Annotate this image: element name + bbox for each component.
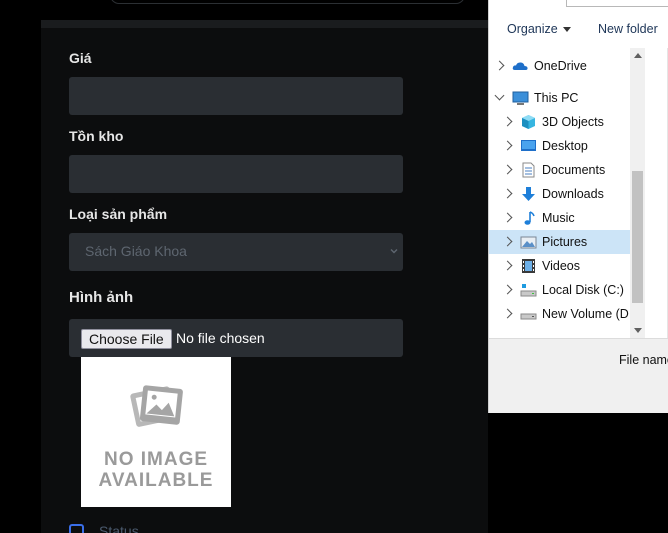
- price-input[interactable]: [69, 77, 403, 115]
- computer-icon: [512, 91, 529, 105]
- chevron-down-icon[interactable]: [494, 90, 505, 101]
- choose-file-button[interactable]: Choose File: [81, 329, 172, 349]
- scroll-thumb[interactable]: [632, 171, 643, 303]
- scroll-down-icon[interactable]: [634, 328, 642, 333]
- image-label: Hình ảnh: [69, 289, 134, 306]
- status-checkbox[interactable]: [69, 524, 84, 533]
- tree-item-documents[interactable]: Documents: [489, 158, 630, 182]
- tree-item-onedrive[interactable]: OneDrive: [489, 54, 630, 78]
- video-icon: [522, 259, 535, 273]
- tree-item-label: This PC: [534, 91, 579, 105]
- download-icon: [522, 187, 535, 201]
- scroll-up-icon[interactable]: [634, 53, 642, 58]
- file-input[interactable]: Choose File No file chosen: [69, 319, 403, 357]
- desktop-icon: [521, 140, 536, 151]
- navigation-tree: OneDrive This PC 3D Objects Desktop Docu…: [489, 48, 630, 338]
- tree-item-pictures[interactable]: Pictures: [489, 230, 630, 254]
- cube-icon: [522, 115, 535, 129]
- chevron-down-icon: [390, 249, 398, 254]
- address-bar-edge[interactable]: [566, 0, 668, 7]
- tree-item-local-disk-c[interactable]: Local Disk (C:): [489, 278, 630, 302]
- top-bar: [0, 0, 488, 20]
- stock-label: Tồn kho: [69, 128, 124, 144]
- stock-input[interactable]: [69, 155, 403, 193]
- previous-field-edge: [41, 20, 488, 28]
- tree-item-label: Desktop: [542, 139, 588, 153]
- organize-button[interactable]: Organize: [507, 22, 571, 36]
- new-folder-button[interactable]: New folder: [598, 22, 658, 36]
- dialog-toolbar: Organize New folder: [489, 12, 668, 48]
- tree-item-label: Documents: [542, 163, 606, 177]
- tree-item-label: New Volume (D:: [542, 307, 630, 321]
- tree-item-3d-objects[interactable]: 3D Objects: [489, 110, 630, 134]
- no-image-text-line2: AVAILABLE: [98, 470, 214, 491]
- chevron-right-icon[interactable]: [494, 60, 505, 71]
- product-form: Giá Tồn kho Loại sản phẩm Sách Giáo Khoa…: [41, 20, 488, 533]
- tree-item-label: Videos: [542, 259, 580, 273]
- document-icon: [522, 162, 535, 178]
- chevron-right-icon[interactable]: [502, 260, 513, 271]
- category-select[interactable]: Sách Giáo Khoa: [69, 233, 403, 271]
- tree-item-label: Downloads: [542, 187, 604, 201]
- tree-item-label: OneDrive: [534, 59, 587, 73]
- photo-placeholder-icon: [130, 385, 183, 427]
- tree-item-label: Local Disk (C:): [542, 283, 624, 297]
- tree-item-label: Music: [542, 211, 575, 225]
- chevron-right-icon[interactable]: [502, 236, 513, 247]
- tree-item-videos[interactable]: Videos: [489, 254, 630, 278]
- chevron-right-icon[interactable]: [502, 284, 513, 295]
- drive-icon: [520, 313, 537, 320]
- chevron-right-icon[interactable]: [502, 116, 513, 127]
- price-label: Giá: [69, 50, 92, 66]
- chevron-right-icon[interactable]: [502, 164, 513, 175]
- category-label: Loại sản phẩm: [69, 206, 168, 222]
- tree-item-music[interactable]: Music: [489, 206, 630, 230]
- chevron-right-icon[interactable]: [502, 212, 513, 223]
- organize-label: Organize: [507, 22, 558, 36]
- category-selected-value: Sách Giáo Khoa: [85, 243, 187, 259]
- drive-icon: [520, 284, 537, 297]
- dialog-bottom-area: File name: [489, 338, 668, 413]
- tree-item-new-volume-d[interactable]: New Volume (D:: [489, 302, 630, 326]
- music-icon: [524, 211, 535, 225]
- chevron-right-icon[interactable]: [502, 308, 513, 319]
- file-name-label: File name: [619, 353, 668, 367]
- chevron-right-icon[interactable]: [502, 188, 513, 199]
- image-preview: NO IMAGE AVAILABLE: [81, 357, 231, 507]
- file-status: No file chosen: [176, 330, 265, 346]
- tree-item-label: Pictures: [542, 235, 588, 249]
- tree-item-label: 3D Objects: [542, 115, 604, 129]
- chevron-right-icon[interactable]: [502, 140, 513, 151]
- tree-item-this-pc[interactable]: This PC: [489, 86, 630, 110]
- search-bar-edge[interactable]: [110, 0, 465, 4]
- file-open-dialog: Organize New folder OneDrive This PC 3D …: [488, 0, 668, 413]
- tree-scrollbar[interactable]: [630, 48, 645, 338]
- pictures-icon: [520, 236, 537, 249]
- no-image-text-line1: NO IMAGE: [103, 449, 209, 470]
- tree-item-downloads[interactable]: Downloads: [489, 182, 630, 206]
- cloud-icon: [512, 62, 528, 70]
- caret-down-icon: [562, 27, 571, 33]
- tree-item-desktop[interactable]: Desktop: [489, 134, 630, 158]
- status-label: Status: [99, 523, 139, 533]
